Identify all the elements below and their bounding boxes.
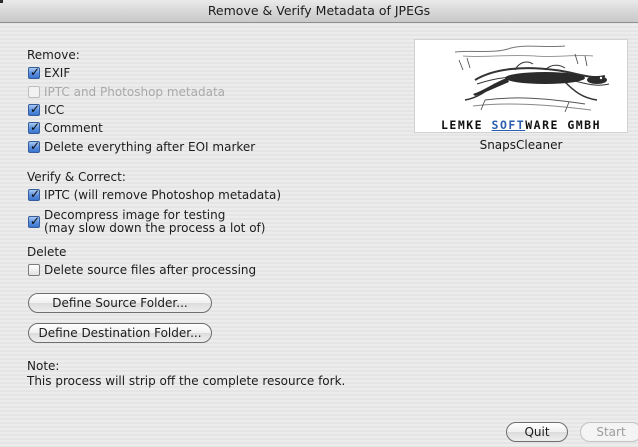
quit-button[interactable]: Quit — [506, 422, 568, 442]
checkbox-box[interactable] — [28, 139, 40, 153]
company-name-part2: SOFT — [491, 118, 526, 132]
checkbox-box[interactable] — [28, 102, 40, 116]
checkbox-box[interactable] — [28, 214, 40, 228]
checkbox-label: Comment — [44, 121, 103, 135]
checkbox-label: EXIF — [44, 66, 71, 80]
company-name-part1: LEMKE — [440, 118, 492, 132]
product-name: SnapsCleaner — [479, 138, 563, 152]
verify-heading: Verify & Correct: — [27, 170, 126, 184]
checkbox-exif[interactable]: EXIF — [28, 65, 71, 80]
checkbox-box[interactable] — [28, 264, 40, 276]
checkbox-delete-source[interactable]: Delete source files after processing — [28, 263, 256, 277]
define-destination-folder-button[interactable]: Define Destination Folder... — [28, 323, 212, 343]
checkbox-label-line2: (may slow down the process a lot of) — [44, 221, 266, 235]
start-button[interactable]: Start — [580, 422, 638, 442]
checkbox-box[interactable] — [28, 187, 40, 201]
note-heading: Note: — [27, 359, 60, 373]
checkbox-iptc-photoshop[interactable]: IPTC and Photoshop metadata — [28, 85, 225, 99]
note-text: This process will strip off the complete… — [27, 374, 346, 388]
remove-heading: Remove: — [27, 48, 80, 62]
checkbox-comment[interactable]: Comment — [28, 120, 103, 135]
delete-heading: Delete — [27, 245, 67, 259]
checkbox-icc[interactable]: ICC — [28, 102, 65, 117]
checkbox-delete-after-eoi[interactable]: Delete everything after EOI marker — [28, 139, 256, 154]
app-window: Remove & Verify Metadata of JPEGs Remove… — [0, 0, 638, 447]
company-name: LEMKE SOFTWARE GMBH — [415, 118, 627, 132]
checkbox-label: Delete source files after processing — [44, 263, 257, 277]
checkbox-decompress-test[interactable]: Decompress image for testing (may slow d… — [28, 209, 265, 235]
company-name-part3: WARE GMBH — [525, 118, 602, 132]
checkbox-label: IPTC and Photoshop metadata — [44, 85, 226, 99]
checkbox-label: Delete everything after EOI marker — [44, 140, 256, 154]
checkbox-label-line1: Decompress image for testing — [44, 208, 226, 222]
window-title: Remove & Verify Metadata of JPEGs — [0, 0, 638, 23]
checkbox-label: Decompress image for testing (may slow d… — [44, 209, 265, 235]
checkbox-verify-iptc[interactable]: IPTC (will remove Photoshop metadata) — [28, 187, 281, 202]
checkbox-box[interactable] — [28, 65, 40, 79]
checkbox-label: ICC — [44, 103, 65, 117]
lizard-illustration — [454, 45, 610, 113]
checkbox-label: IPTC (will remove Photoshop metadata) — [44, 188, 281, 202]
define-source-folder-button[interactable]: Define Source Folder... — [28, 293, 212, 313]
company-logo: LEMKE SOFTWARE GMBH — [414, 39, 628, 133]
checkbox-box[interactable] — [28, 86, 40, 98]
checkbox-box[interactable] — [28, 120, 40, 134]
window-corner — [0, 0, 3, 3]
